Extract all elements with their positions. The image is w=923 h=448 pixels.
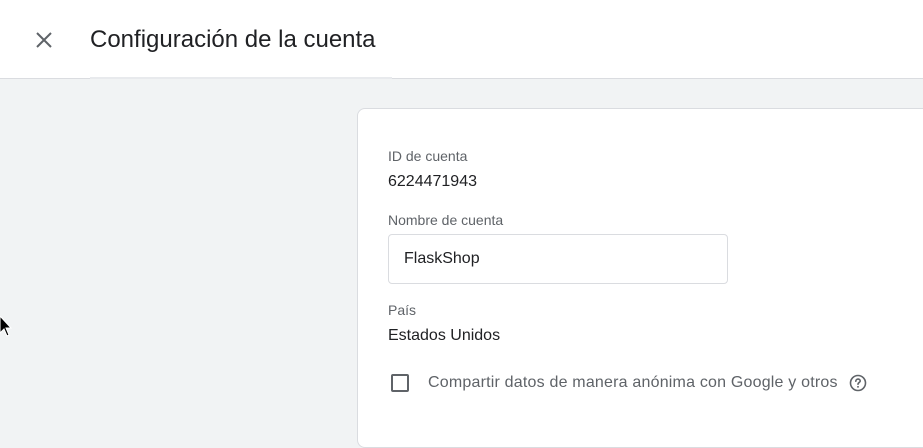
account-id-value: 6224471943 [388,173,477,190]
close-icon [36,32,52,48]
close-button[interactable] [24,20,64,60]
header-bar: Configuración de la cuenta [0,0,923,79]
account-name-label: Nombre de cuenta [388,212,504,228]
country-value: Estados Unidos [388,327,501,344]
share-data-checkbox[interactable] [391,374,409,392]
country-label: País [388,302,417,318]
share-data-row: Compartir datos de manera anónima con Go… [391,371,867,395]
page-title: Configuración de la cuenta [90,26,376,53]
share-data-label[interactable]: Compartir datos de manera anónima con Go… [428,374,838,392]
mouse-cursor-icon [0,316,12,337]
account-name-input[interactable] [388,234,728,284]
help-circle-icon[interactable] [849,374,867,392]
account-id-label: ID de cuenta [388,148,468,164]
account-settings-card: ID de cuenta 6224471943 Nombre de cuenta… [357,108,923,448]
main-content: ID de cuenta 6224471943 Nombre de cuenta… [0,79,923,448]
